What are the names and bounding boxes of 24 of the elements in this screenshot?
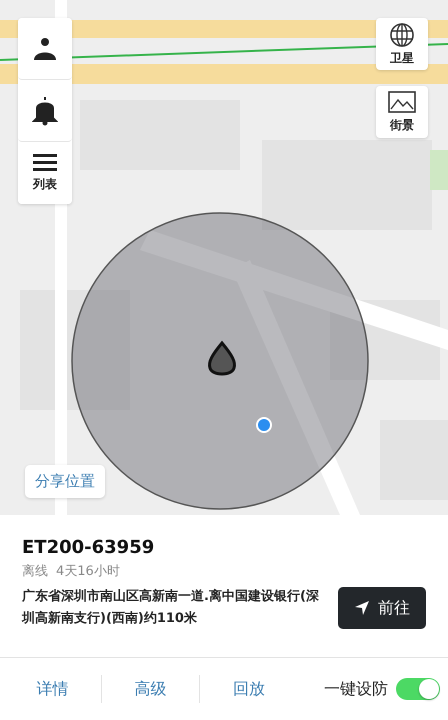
address-text: 广东省深圳市南山区高新南一道.离中国建设银行(深圳高新南支行)(西南)约110米 [22, 588, 320, 628]
navigate-button[interactable]: 前往 [338, 587, 426, 629]
bell-icon [32, 96, 58, 126]
bell-button[interactable] [18, 80, 72, 142]
satellite-button[interactable]: 卫星 [376, 18, 428, 70]
street-view-button[interactable]: 街景 [376, 86, 428, 138]
navigation-arrow-icon [354, 600, 370, 616]
person-button[interactable] [18, 18, 72, 80]
menu-icon [33, 154, 57, 172]
arm-label: 一键设防 [324, 678, 388, 700]
status-text: 离线 [22, 563, 48, 580]
tab[interactable]: 回放 [200, 675, 298, 703]
tab[interactable]: 高级 [102, 675, 200, 703]
arm-toggle[interactable] [396, 678, 440, 700]
tab[interactable]: 详情 [4, 675, 102, 703]
person-icon [32, 36, 58, 62]
offline-duration: 4天16小时 [56, 563, 120, 580]
share-location-button[interactable]: 分享位置 [25, 465, 105, 498]
location-dot [256, 417, 272, 433]
list-button[interactable]: 列表 [18, 142, 72, 204]
image-icon [388, 90, 416, 114]
device-name: ET200-63959 [22, 537, 156, 558]
globe-icon [389, 22, 415, 48]
device-marker-icon [208, 342, 236, 376]
